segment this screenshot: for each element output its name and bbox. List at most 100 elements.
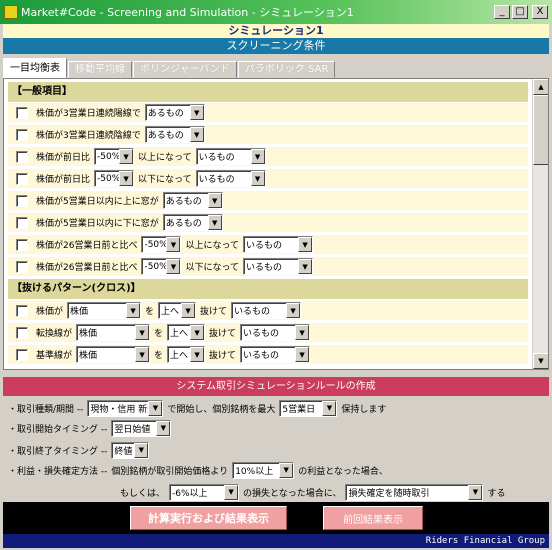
condition-select[interactable]: いるもの ▼ [195,170,266,187]
loss-method-select[interactable]: 損失確定を随時取引 ▼ [345,483,484,501]
condition-select[interactable]: いるもの ▼ [195,148,266,165]
dropdown-arrow-icon: ▼ [295,347,310,362]
condition-select[interactable]: いるもの ▼ [243,258,314,275]
dropdown-arrow-icon: ▼ [250,171,265,186]
percent-select[interactable]: -50% ▼ [94,170,135,187]
title-bar[interactable]: Market#Code - Screening and Simulation -… [0,0,552,24]
condition-checkbox[interactable] [16,128,28,141]
condition-select[interactable]: いるもの ▼ [243,236,314,253]
dropdown-arrow-icon: ▼ [298,259,313,274]
condition-row: 株価が3営業日連続陰線で あるもの ▼ [8,125,528,145]
condition-label: を [154,351,164,361]
condition-row: 株価が前日比 -50% ▼ 以上になって いるもの ▼ [8,147,528,167]
close-button[interactable]: X [532,5,548,19]
condition-select[interactable]: あるもの ▼ [144,104,205,121]
condition-row: 株価が26営業日前と比べ -50% ▼ 以下になって いるもの ▼ [8,257,528,277]
condition-label: 以下になって [185,263,240,273]
condition-select[interactable]: いるもの ▼ [231,302,302,319]
dropdown-arrow-icon: ▼ [207,193,222,208]
condition-checkbox[interactable] [16,238,28,251]
app-window: Market#Code - Screening and Simulation -… [0,0,552,550]
indicator-select[interactable]: 株価 ▼ [76,346,151,363]
dropdown-arrow-icon: ▼ [286,303,301,318]
condition-checkbox[interactable] [16,348,28,361]
loss-select[interactable]: -6%以上 ▼ [169,483,240,501]
condition-label: 株価が26営業日前と比べ [36,263,138,273]
dropdown-arrow-icon: ▼ [207,215,222,230]
condition-select[interactable]: あるもの ▼ [162,214,223,231]
simulation-title: シミュレーション1 [3,24,549,38]
condition-checkbox[interactable] [16,216,28,229]
condition-row: 株価が3営業日連続陽線で あるもの ▼ [8,103,528,123]
condition-select[interactable]: あるもの ▼ [162,192,223,209]
direction-select[interactable]: 上へ ▼ [167,324,206,341]
condition-checkbox[interactable] [16,150,28,163]
dropdown-arrow-icon: ▼ [279,462,294,478]
condition-select[interactable]: いるもの ▼ [240,346,311,363]
condition-checkbox[interactable] [16,260,28,273]
loss-tail: する [487,488,506,499]
trade-type-row: ・取引種類/期間 -- 現物・信用 新規買▼ で開始し、個別銘柄を最大 5営業日… [6,398,388,418]
condition-select[interactable]: いるもの ▼ [240,324,311,341]
indicator-select[interactable]: 株価 ▼ [67,302,142,319]
condition-label: 抜けて [200,307,228,317]
condition-label: 株価が前日比 [36,175,91,185]
dropdown-arrow-icon: ▼ [189,127,204,142]
tab-bollinger[interactable]: ボリンジャーバンド [133,61,237,78]
tab-ichimoku[interactable]: 一目均衡表 [3,58,67,78]
condition-checkbox[interactable] [16,304,28,317]
holding-days-select[interactable]: 5営業日 ▼ [279,399,338,417]
footer-brand: Riders Financial Group [3,534,549,548]
direction-select[interactable]: 上へ ▼ [158,302,197,319]
percent-select[interactable]: -50% ▼ [94,148,135,165]
indicator-select[interactable]: 株価 ▼ [76,324,151,341]
end-timing-select[interactable]: 終値 ▼ [111,441,150,459]
percent-select[interactable]: -50% ▼ [141,258,182,275]
scroll-down-icon[interactable]: ▼ [533,353,548,369]
percent-select[interactable]: -50% ▼ [141,236,182,253]
condition-checkbox[interactable] [16,172,28,185]
system-rule-header: システム取引シミュレーションルールの作成 [3,377,549,396]
screening-title: スクリーニング条件 [3,38,549,54]
vertical-scrollbar[interactable]: ▲ ▼ [532,79,548,369]
dropdown-arrow-icon: ▼ [134,442,149,458]
condition-checkbox[interactable] [16,326,28,339]
dropdown-arrow-icon: ▼ [190,347,205,362]
cross-row: 株価が 株価 ▼ を 上へ ▼ 抜けて いるもの ▼ [8,301,528,321]
start-timing-select[interactable]: 翌日始値 ▼ [111,419,172,437]
dropdown-arrow-icon: ▼ [298,237,313,252]
maximize-button[interactable]: □ [512,5,528,19]
scroll-thumb[interactable] [533,95,548,165]
condition-label: 株価が26営業日前と比べ [36,241,138,251]
condition-row: 株価が前日比 -50% ▼ 以下になって いるもの ▼ [8,169,528,189]
condition-label: 以下になって [138,175,192,185]
condition-label: 株価が5営業日以内に下に窓が [36,219,159,229]
dropdown-arrow-icon: ▼ [148,400,163,416]
start-timing-row: ・取引開始タイミング -- 翌日始値 ▼ [6,418,173,438]
scroll-up-icon[interactable]: ▲ [533,79,548,95]
condition-label: を [154,329,164,339]
profit-tail: の利益となった場合、 [298,466,388,477]
condition-checkbox[interactable] [16,194,28,207]
dropdown-arrow-icon: ▼ [295,325,310,340]
condition-label: 以上になって [185,241,240,251]
minimize-button[interactable]: _ [494,5,510,19]
profit-text: 個別銘柄が取引開始価格より [111,466,229,477]
trade-type-select[interactable]: 現物・信用 新規買▼ [87,399,164,417]
condition-checkbox[interactable] [16,106,28,119]
dropdown-arrow-icon: ▼ [166,259,181,274]
tab-parabolic-sar[interactable]: パラボリック SAR [237,61,336,78]
profit-select[interactable]: 10%以上 ▼ [232,461,295,479]
condition-label: 抜けて [209,329,237,339]
dropdown-arrow-icon: ▼ [322,400,337,416]
direction-select[interactable]: 上へ ▼ [167,346,206,363]
cross-row: 転換線が 株価 ▼ を 上へ ▼ 抜けて いるもの ▼ [8,323,528,343]
dropdown-arrow-icon: ▼ [156,420,171,436]
tab-moving-average[interactable]: 移動平均線 [68,61,132,78]
previous-result-button[interactable]: 前回結果表示 [323,506,423,530]
condition-select[interactable]: あるもの ▼ [144,126,205,143]
condition-label: 株価が前日比 [36,153,91,163]
dropdown-arrow-icon: ▼ [224,484,239,500]
dropdown-arrow-icon: ▼ [119,171,134,186]
execute-button[interactable]: 計算実行および結果表示 [130,506,287,530]
